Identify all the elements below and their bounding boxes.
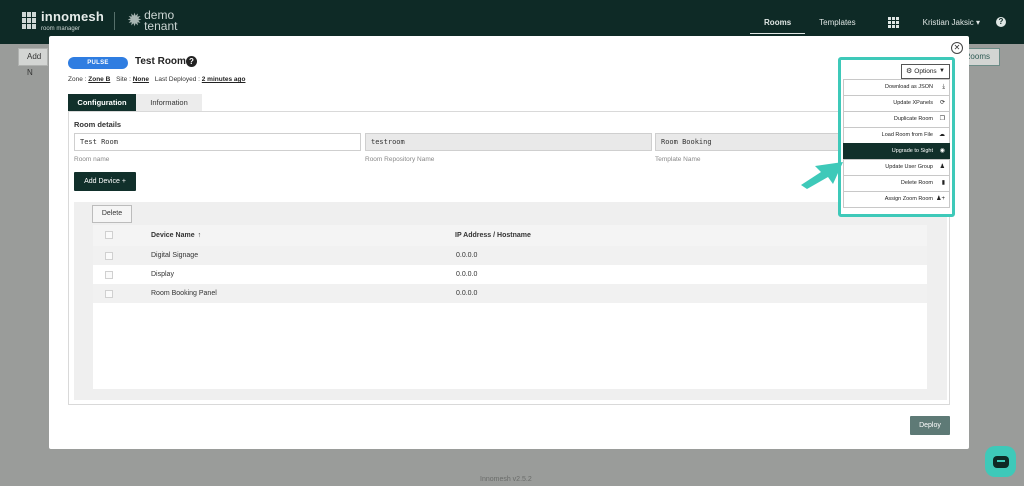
repo-name-input: testroom [365,133,652,151]
room-title: Test Room [135,56,186,67]
ip-address-header[interactable]: IP Address / Hostname [455,232,531,239]
deployed-label: Last Deployed : [154,76,200,83]
add-device-button[interactable]: Add Device + [74,172,136,191]
device-name-cell: Room Booking Panel [151,290,217,297]
room-meta: Zone : Zone B Site : None Last Deployed … [68,76,245,83]
add-room-button: Add N [18,48,48,77]
cloud-upload-icon: ☁ [939,132,945,138]
configuration-panel: Room details Test Room Room name testroo… [68,111,950,405]
deploy-button[interactable]: Deploy [910,416,950,435]
device-name-cell: Digital Signage [151,252,199,259]
logo-mark-icon [22,12,37,29]
menu-item-upgrade-to-sight[interactable]: Upgrade to Sight ◉ [843,143,950,160]
download-icon: ⤓ [942,84,945,90]
trash-icon: ▮ [941,180,945,186]
site-label: Site : [116,76,131,83]
zone-label: Zone : [68,76,87,83]
logo-text: innomesh [41,9,104,24]
template-name-input: Room Booking [655,133,845,151]
room-name-label: Room name [74,156,110,163]
menu-item-label: Update XPanels [893,100,933,106]
menu-item-load-room-from-file[interactable]: Load Room from File ☁ [843,127,950,144]
innomesh-logo[interactable]: innomesh room manager ✹ demo tenant [22,9,177,32]
device-name-header[interactable]: Device Name ↑ [151,232,201,239]
refresh-icon: ⟳ [939,100,945,106]
menu-item-label: Download as JSON [885,84,933,90]
devices-table: Device Name ↑ IP Address / Hostname Digit… [93,225,927,389]
apps-grid-icon[interactable] [887,16,899,28]
room-name-input[interactable]: Test Room [74,133,361,151]
zone-link[interactable]: Zone B [88,76,110,83]
room-modal: ✕ PULSE Test Room ? Zone : Zone B Site :… [49,36,969,449]
version-footer: Innomesh v2.5.2 [480,476,532,483]
gear-icon: ⚙ [906,68,913,75]
menu-item-update-xpanels[interactable]: Update XPanels ⟳ [843,95,950,112]
table-header: Device Name ↑ IP Address / Hostname [93,225,927,246]
repo-name-label: Room Repository Name [365,156,435,163]
options-button[interactable]: ⚙ Options ▼ [901,64,950,79]
menu-item-download-as-json[interactable]: Download as JSON ⤓ [843,79,950,96]
deployed-link[interactable]: 2 minutes ago [202,76,246,83]
product-badge: PULSE [68,57,128,69]
ip-cell: 0.0.0.0 [456,290,478,297]
row-checkbox[interactable] [105,290,113,298]
menu-item-label: Assign Zoom Room [884,196,933,202]
device-name-cell: Display [151,271,174,278]
menu-item-label: Update User Group [885,164,933,170]
row-checkbox[interactable] [105,271,113,279]
menu-item-label: Upgrade to Sight [891,148,933,154]
delete-button[interactable]: Delete [92,205,132,223]
logo-divider [114,11,115,30]
tab-configuration[interactable]: Configuration [68,94,136,111]
room-help-icon[interactable]: ? [186,56,197,67]
menu-item-label: Duplicate Room [893,116,933,122]
menu-item-label: Delete Room [900,180,933,186]
caret-down-icon: ▼ [939,68,945,74]
menu-item-assign-zoom-room[interactable]: Assign Zoom Room ♟+ [843,191,950,208]
help-icon[interactable]: ? [996,17,1006,27]
table-row[interactable]: Room Booking Panel 0.0.0.0 [93,284,927,303]
close-icon[interactable]: ✕ [951,42,963,54]
tenant-logo: ✹ demo tenant [127,9,178,33]
user-menu[interactable]: Kristian Jaksic ▾ [923,18,980,27]
sort-up-icon: ↑ [197,232,202,239]
options-highlight: ⚙ Options ▼ Download as JSON ⤓ Update XPanel… [838,57,955,217]
menu-item-duplicate-room[interactable]: Duplicate Room ❐ [843,111,950,128]
select-all-checkbox[interactable] [105,231,113,239]
copy-icon: ❐ [939,116,945,122]
user-plus-icon: ♟+ [936,196,945,202]
logo-subtext: room manager [41,26,81,32]
eye-icon: ◉ [939,148,945,154]
devices-area: Delete Device Name ↑ IP Address / Hostnam… [74,202,947,400]
menu-item-label: Load Room from File [881,132,933,138]
user-icon: ♟ [939,164,945,170]
menu-item-delete-room[interactable]: Delete Room ▮ [843,175,950,192]
room-details-title: Room details [74,120,122,129]
pointer-arrow-icon [801,162,843,189]
template-name-label: Template Name [655,156,701,163]
menu-item-update-user-group[interactable]: Update User Group ♟ [843,159,950,176]
row-checkbox[interactable] [105,252,113,260]
table-row[interactable]: Digital Signage 0.0.0.0 [93,246,927,265]
tenant-line2: tenant [144,18,178,33]
chat-support-button[interactable] [985,446,1016,477]
site-link[interactable]: None [133,76,149,83]
chat-icon [992,455,1009,468]
options-menu: Download as JSON ⤓ Update XPanels ⟳ Duplicat… [843,79,950,208]
table-row[interactable]: Display 0.0.0.0 [93,265,927,284]
tenant-gear-icon: ✹ [127,10,143,30]
ip-cell: 0.0.0.0 [456,252,478,259]
ip-cell: 0.0.0.0 [456,271,478,278]
modal-tabs: Configuration Information [68,94,202,111]
tab-information[interactable]: Information [136,94,202,111]
